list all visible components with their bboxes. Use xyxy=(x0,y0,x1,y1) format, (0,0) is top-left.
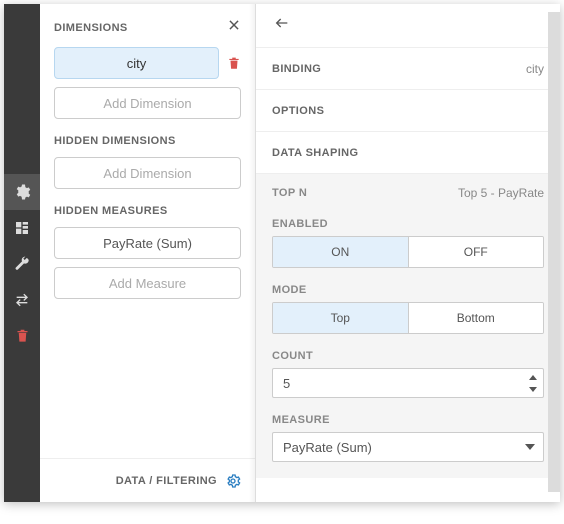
count-spinner xyxy=(272,368,544,398)
chevron-up-icon xyxy=(529,375,537,380)
add-dimension-button[interactable]: Add Dimension xyxy=(54,87,241,119)
delete-tool[interactable] xyxy=(4,318,40,354)
layout-icon xyxy=(14,220,30,236)
mode-toggle: Top Bottom xyxy=(272,302,544,334)
dimension-item-city[interactable]: city xyxy=(54,47,219,79)
mode-label: MODE xyxy=(272,272,544,302)
count-input[interactable] xyxy=(273,376,523,391)
mode-bottom-button[interactable]: Bottom xyxy=(409,303,544,333)
back-button[interactable] xyxy=(272,15,292,36)
mode-top-button[interactable]: Top xyxy=(273,303,409,333)
close-panel-button[interactable] xyxy=(227,18,241,37)
enabled-off-button[interactable]: OFF xyxy=(409,237,544,267)
swap-icon xyxy=(14,292,30,308)
data-filtering-label: DATA / FILTERING xyxy=(116,475,217,487)
side-toolbar xyxy=(4,4,40,502)
measure-select[interactable]: PayRate (Sum) xyxy=(272,432,544,462)
binding-label: BINDING xyxy=(272,63,321,75)
count-label: COUNT xyxy=(272,338,544,368)
dimensions-panel: DIMENSIONS city Add Dimension HIDDEN DIM… xyxy=(40,4,256,502)
hidden-measures-title: HIDDEN MEASURES xyxy=(54,205,241,217)
chevron-down-icon xyxy=(525,444,535,450)
options-row[interactable]: OPTIONS xyxy=(256,90,560,132)
enabled-toggle: ON OFF xyxy=(272,236,544,268)
close-icon xyxy=(227,18,241,32)
measure-label: MEASURE xyxy=(272,402,544,432)
add-measure-button[interactable]: Add Measure xyxy=(54,267,241,299)
measure-select-value: PayRate (Sum) xyxy=(283,440,372,455)
enabled-label: ENABLED xyxy=(272,210,544,236)
count-down-button[interactable] xyxy=(523,383,543,395)
topn-label: TOP N xyxy=(272,187,307,199)
convert-tool[interactable] xyxy=(4,282,40,318)
wrench-tool[interactable] xyxy=(4,246,40,282)
add-hidden-dimension-button[interactable]: Add Dimension xyxy=(54,157,241,189)
gear-icon xyxy=(225,473,241,489)
properties-panel: BINDING city OPTIONS DATA SHAPING TOP N … xyxy=(256,4,560,502)
scrollbar-track xyxy=(548,12,560,492)
topn-value: Top 5 - PayRate xyxy=(458,186,544,200)
binding-value: city xyxy=(526,62,544,76)
chevron-down-icon xyxy=(529,387,537,392)
wrench-icon xyxy=(14,256,30,272)
trash-icon xyxy=(227,56,241,71)
count-up-button[interactable] xyxy=(523,371,543,383)
data-shaping-label: DATA SHAPING xyxy=(272,147,358,159)
remove-dimension-button[interactable] xyxy=(227,56,241,71)
options-label: OPTIONS xyxy=(272,105,324,117)
layout-tool[interactable] xyxy=(4,210,40,246)
gear-icon xyxy=(13,183,31,201)
dimensions-title: DIMENSIONS xyxy=(54,22,128,34)
measure-item-payrate[interactable]: PayRate (Sum) xyxy=(54,227,241,259)
settings-tool[interactable] xyxy=(4,174,40,210)
binding-row[interactable]: BINDING city xyxy=(256,48,560,90)
enabled-on-button[interactable]: ON xyxy=(273,237,409,267)
trash-icon xyxy=(15,328,30,344)
data-filtering-footer[interactable]: DATA / FILTERING xyxy=(40,458,255,502)
arrow-left-icon xyxy=(272,15,292,31)
data-shaping-row[interactable]: DATA SHAPING xyxy=(256,132,560,174)
hidden-dimensions-title: HIDDEN DIMENSIONS xyxy=(54,135,241,147)
